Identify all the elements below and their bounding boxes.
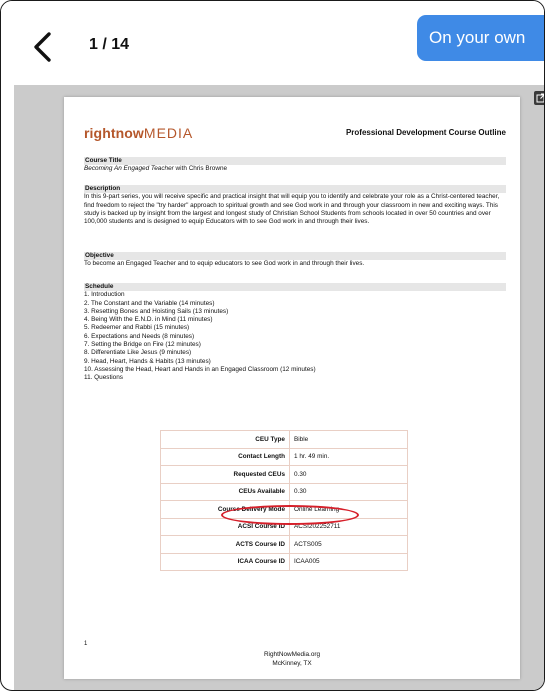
course-title-section: Course Title Becoming An Engaged Teacher… [84,157,506,174]
list-item: 6. Expectations and Needs (8 minutes) [84,332,195,340]
description-text: In this 9-part series, you will receive … [84,193,500,226]
schedule-label: Schedule [84,283,506,292]
app-window: 1 / 14 On your own rightnowMEDIA Profess… [0,0,545,691]
table-row: ICAA Course ID ICAA005 [160,552,408,571]
back-icon[interactable] [31,31,55,63]
table-row: ACTS Course ID ACTS005 [160,535,408,554]
ceu-value: ACTS005 [289,535,408,554]
list-item: 3. Resetting Bones and Hoisting Sails (1… [84,307,229,315]
top-bar: 1 / 14 On your own [1,1,544,85]
course-title-italic: Becoming An Engaged Teacher [84,165,174,173]
table-row: CEU Type Bible [160,430,408,449]
course-title-rest: with Chris Browne [173,165,228,173]
list-item: 2. The Constant and the Variable (14 min… [84,299,215,307]
list-item: 9. Head, Heart, Hands & Habits (13 minut… [84,357,211,365]
objective-text: To become an Engaged Teacher and to equi… [84,260,365,268]
highlight-annotation [221,505,359,525]
ceu-label: CEUs Available [160,482,290,501]
rightnow-media-logo: rightnowMEDIA [84,125,193,141]
ceu-value: ICAA005 [289,552,408,571]
ceu-label: Requested CEUs [160,465,290,484]
ceu-value: 0.30 [289,482,408,501]
table-row: CEUs Available 0.30 [160,482,408,501]
ceu-label: ACTS Course ID [160,535,290,554]
page-counter: 1 / 14 [89,36,130,53]
list-item: 1. Introduction [84,291,125,299]
ceu-label: ICAA Course ID [160,552,290,571]
list-item: 11. Questions [84,374,123,382]
ceu-value: 0.30 [289,465,408,484]
on-your-own-button[interactable]: On your own [417,15,544,61]
logo-bold: rightnow [84,125,144,141]
pdf-viewer[interactable]: rightnowMEDIA Professional Development C… [14,85,544,690]
list-item: 5. Redeemer and Rabbi (15 minutes) [84,324,190,332]
course-title-label: Course Title [84,157,506,166]
open-external-icon[interactable] [534,91,544,105]
document-header: Professional Development Course Outline [345,128,506,137]
ceu-value: Bible [289,430,408,449]
schedule-section: Schedule 1. Introduction 2. The Constant… [84,283,506,383]
logo-light: MEDIA [143,125,194,141]
description-label: Description [84,185,506,194]
ceu-label: CEU Type [160,430,290,449]
schedule-list: 1. Introduction 2. The Constant and the … [84,291,506,382]
table-row: Contact Length 1 hr. 49 min. [160,447,408,466]
objective-section: Objective To become an Engaged Teacher a… [84,252,506,269]
table-row: Requested CEUs 0.30 [160,465,408,484]
document-footer: RightNowMedia.org McKinney, TX [64,650,520,668]
ceu-table: CEU Type Bible Contact Length 1 hr. 49 min… [160,430,408,571]
page-number: 1 [84,641,88,647]
ceu-label: Contact Length [160,447,290,466]
list-item: 8. Differentiate Like Jesus (9 minutes) [84,349,192,357]
list-item: 7. Setting the Bridge on Fire (12 minute… [84,341,201,349]
ceu-value: 1 hr. 49 min. [289,447,408,466]
list-item: 4. Being With the E.N.D. in Mind (11 min… [84,316,213,324]
footer-location: McKinney, TX [272,660,312,667]
course-title-value: Becoming An Engaged Teacher with Chris B… [84,165,506,173]
pdf-page: rightnowMEDIA Professional Development C… [64,97,520,679]
footer-website: RightNowMedia.org [263,651,321,658]
objective-label: Objective [84,252,506,261]
description-section: Description In this 9-part series, you w… [84,185,506,226]
list-item: 10. Assessing the Head, Heart and Hands … [84,365,316,373]
